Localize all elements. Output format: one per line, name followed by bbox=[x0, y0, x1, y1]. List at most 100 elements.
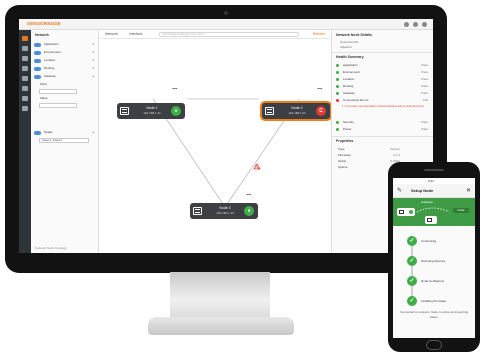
status-dot bbox=[336, 85, 339, 88]
settings-icon[interactable] bbox=[413, 22, 418, 27]
connection-banner: Gateway Node bbox=[393, 198, 475, 226]
status-dot bbox=[336, 92, 339, 95]
user-icon[interactable] bbox=[422, 22, 427, 27]
sidebar-item-label: Nodes bbox=[44, 130, 53, 134]
check-label: Connectivity Errors bbox=[343, 98, 369, 102]
check-icon: ✓ bbox=[407, 236, 417, 246]
health-check-row[interactable]: Security Pass bbox=[336, 120, 430, 125]
webcam bbox=[224, 11, 228, 15]
toggle-switch[interactable] bbox=[34, 43, 41, 47]
topology-node[interactable]: Node 1 192.168.1.41 ● bbox=[117, 103, 185, 119]
nav-devices-icon[interactable] bbox=[22, 46, 28, 51]
sidebar-item-label: Application bbox=[44, 42, 59, 46]
toggle-switch[interactable] bbox=[34, 75, 41, 79]
topology-node[interactable]: Node 3 192.168.1.43 ● bbox=[190, 203, 258, 219]
phone-screen: 9:41 ✎ Setup Node ✕ Gateway Node ✓ Conne… bbox=[393, 178, 475, 338]
connection-arc bbox=[416, 207, 450, 213]
device-search-input[interactable]: Find Nearest Device Type ID # bbox=[159, 32, 299, 37]
check-label: Environment bbox=[343, 70, 360, 74]
toolbar-network-label[interactable]: Network bbox=[105, 32, 118, 36]
divider bbox=[332, 52, 433, 53]
status-ok-icon: ● bbox=[171, 106, 181, 116]
node-name: Node 3 bbox=[219, 206, 231, 210]
check-value: Pass bbox=[421, 120, 428, 124]
phone-speaker bbox=[424, 169, 444, 171]
health-check-row[interactable]: Environment Pass bbox=[336, 70, 430, 75]
canvas-toolbar: Network Interface Find Nearest Device Ty… bbox=[99, 30, 331, 39]
nav-map-icon[interactable] bbox=[22, 56, 28, 61]
banner-label: Gateway bbox=[421, 200, 433, 204]
toggle-switch[interactable] bbox=[34, 51, 41, 55]
health-check-row[interactable]: Application Pass bbox=[336, 63, 430, 68]
field-input[interactable] bbox=[39, 89, 77, 94]
value-input[interactable] bbox=[39, 103, 77, 108]
nav-tools-icon[interactable] bbox=[22, 96, 28, 101]
health-check-row-error[interactable]: Connectivity Errors Fail bbox=[336, 98, 430, 103]
nav-rail bbox=[19, 30, 31, 253]
chevron-down-icon[interactable]: ▾ bbox=[92, 58, 94, 62]
phone-title: Setup Node bbox=[411, 188, 434, 193]
check-value: Pass bbox=[421, 63, 428, 67]
refresh-link[interactable]: Refresh bbox=[313, 32, 325, 36]
health-check-row[interactable]: Location Pass bbox=[336, 77, 430, 82]
help-icon[interactable] bbox=[404, 22, 409, 27]
chevron-down-icon[interactable]: ▾ bbox=[92, 42, 94, 46]
sidebar-item-application[interactable]: Application ▾ bbox=[34, 42, 96, 48]
chevron-up-icon[interactable]: ▴ bbox=[92, 74, 94, 78]
filter-sidebar: Network Application ▾ Environment ▾ Loca… bbox=[31, 30, 99, 253]
field-label: Field bbox=[40, 82, 47, 86]
topbar-icons bbox=[404, 22, 427, 27]
check-value: Pass bbox=[421, 77, 428, 81]
sidebar-item-location[interactable]: Location ▾ bbox=[34, 58, 96, 64]
mobile-phone: 9:41 ✎ Setup Node ✕ Gateway Node ✓ Conne… bbox=[388, 162, 480, 352]
sidebar-footer: Network Node Topology bbox=[35, 246, 67, 250]
chevron-down-icon[interactable]: ▾ bbox=[92, 66, 94, 70]
check-value: Pass bbox=[421, 127, 428, 131]
sidebar-item-routing[interactable]: Routing ▾ bbox=[34, 66, 96, 72]
value-label: Value bbox=[40, 96, 48, 100]
toggle-switch[interactable] bbox=[34, 131, 41, 135]
nodes-filter-input[interactable]: Asset 1, Asset 2 bbox=[39, 138, 89, 143]
health-check-row[interactable]: Routing Pass bbox=[336, 84, 430, 89]
property-row: Type Sensor bbox=[336, 147, 430, 152]
nav-network-icon[interactable] bbox=[22, 36, 28, 41]
home-button[interactable] bbox=[426, 340, 442, 350]
nav-settings-icon[interactable] bbox=[22, 106, 28, 111]
step-label: Node Configured bbox=[421, 279, 444, 283]
toolbar-interface-label[interactable]: Interface bbox=[129, 32, 143, 36]
check-icon: ✓ bbox=[407, 276, 417, 286]
property-key: Type bbox=[338, 147, 345, 151]
monitor-stand bbox=[170, 272, 270, 320]
link-warning-icon bbox=[253, 163, 261, 170]
setup-step: ✓ Scanning Devices bbox=[407, 256, 469, 266]
status-ok-icon bbox=[409, 210, 413, 214]
status-dot bbox=[336, 78, 339, 81]
topology-canvas[interactable]: Network Interface Find Nearest Device Ty… bbox=[99, 30, 331, 253]
switch-device-icon bbox=[193, 207, 202, 215]
health-check-row[interactable]: Gateway Pass bbox=[336, 91, 430, 96]
node-device bbox=[425, 216, 437, 224]
device-icon bbox=[399, 210, 404, 214]
sidebar-field-row: Field bbox=[34, 82, 96, 88]
check-value: Pass bbox=[421, 70, 428, 74]
toggle-switch[interactable] bbox=[34, 59, 41, 63]
sidebar-item-environment[interactable]: Environment ▾ bbox=[34, 50, 96, 56]
chevron-up-icon[interactable]: ▴ bbox=[92, 130, 94, 134]
nav-alerts-icon[interactable] bbox=[22, 66, 28, 71]
topology-node-selected[interactable]: Node 2 192.168.1.42 C bbox=[262, 103, 330, 119]
sidebar-item-nodes[interactable]: Nodes ▴ bbox=[34, 130, 96, 136]
chevron-down-icon[interactable]: ▾ bbox=[92, 50, 94, 54]
details-meta: Adjacent bbox=[340, 45, 352, 49]
close-icon[interactable]: ✕ bbox=[466, 187, 471, 195]
nav-users-icon[interactable] bbox=[22, 86, 28, 91]
health-check-row[interactable]: Power Pass bbox=[336, 127, 430, 132]
sidebar-item-gateway[interactable]: Gateway ▴ bbox=[34, 74, 96, 80]
property-key: Serial bbox=[338, 159, 346, 163]
steps-track bbox=[411, 236, 413, 304]
nav-reports-icon[interactable] bbox=[22, 76, 28, 81]
topology-links bbox=[152, 98, 300, 208]
properties-title: Properties bbox=[336, 139, 354, 143]
toggle-switch[interactable] bbox=[34, 67, 41, 71]
wrench-icon[interactable]: ✎ bbox=[397, 187, 402, 195]
sidebar-value-row: Value bbox=[34, 96, 96, 102]
